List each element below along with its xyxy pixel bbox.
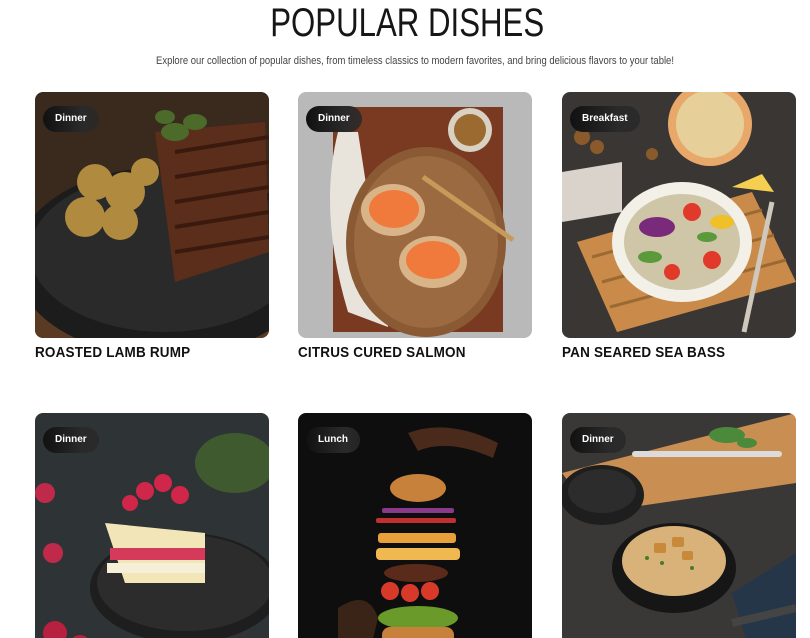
dish-image-soup[interactable]: Dinner bbox=[562, 413, 796, 638]
dish-title[interactable]: CITRUS CURED SALMON bbox=[298, 344, 466, 361]
dish-image-sea-bass[interactable]: Breakfast bbox=[562, 92, 796, 338]
category-badge: Dinner bbox=[43, 106, 99, 132]
category-badge: Dinner bbox=[43, 427, 99, 453]
page-title: POPULAR DISHES bbox=[270, 1, 545, 45]
category-badge: Dinner bbox=[570, 427, 626, 453]
dish-title[interactable]: ROASTED LAMB RUMP bbox=[35, 344, 190, 361]
dish-image-raspberry-cake[interactable]: Dinner bbox=[35, 413, 269, 638]
dish-title[interactable]: PAN SEARED SEA BASS bbox=[562, 344, 725, 361]
dish-image-roasted-lamb[interactable]: Dinner bbox=[35, 92, 269, 338]
dish-image-citrus-salmon[interactable]: Dinner bbox=[298, 92, 532, 338]
category-badge: Lunch bbox=[306, 427, 360, 453]
dish-image-flying-burger[interactable]: Lunch bbox=[298, 413, 532, 638]
page-subtitle: Explore our collection of popular dishes… bbox=[156, 55, 674, 67]
category-badge: Dinner bbox=[306, 106, 362, 132]
category-badge: Breakfast bbox=[570, 106, 640, 132]
